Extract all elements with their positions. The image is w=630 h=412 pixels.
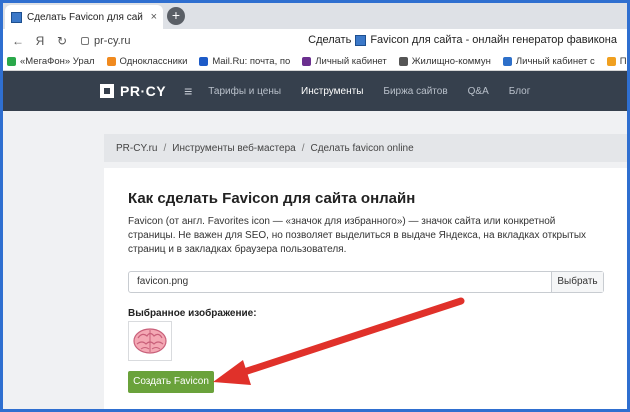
bookmark-item[interactable]: Жилищно-коммун — [398, 56, 491, 67]
page-title-text: Favicon для сайта - онлайн генератор фав… — [370, 34, 617, 46]
bookmark-item[interactable]: Погода в — [606, 56, 627, 67]
breadcrumb-separator: / — [301, 142, 305, 154]
brain-icon — [133, 328, 167, 354]
page-title-prefix: Сделать — [308, 34, 352, 46]
bookmark-item[interactable]: «МегаФон» Урал — [7, 56, 95, 67]
bookmark-icon — [398, 57, 408, 66]
breadcrumb-item[interactable]: PR-CY.ru — [116, 143, 158, 154]
logo-icon — [100, 84, 114, 98]
breadcrumb-item: Сделать favicon online — [310, 142, 414, 154]
selected-image-label: Выбранное изображение: — [128, 308, 257, 319]
close-tab-icon[interactable]: × — [151, 11, 157, 23]
bookmark-item[interactable]: Личный кабинет — [302, 56, 387, 67]
reload-icon[interactable]: ↻ — [51, 34, 73, 48]
nav-item[interactable]: Тарифы и цены — [208, 86, 281, 97]
logo-text: PR·CY — [120, 83, 167, 99]
bookmark-label: Mail.Ru: почта, по — [212, 56, 291, 67]
page-body: PR-CY.ru / Инструменты веб-мастера / Сделать… — [3, 111, 627, 409]
bookmark-label: Погода в — [619, 56, 627, 67]
bookmark-icon — [199, 57, 209, 66]
page-favicon-icon — [355, 34, 367, 46]
back-icon[interactable]: ← — [7, 34, 29, 48]
hamburger-menu-icon[interactable]: ≡ — [184, 83, 192, 99]
bookmark-item[interactable]: Mail.Ru: почта, по — [199, 56, 290, 67]
address-bar: ← Я ↻ pr-cy.ru Сделать Favicon для сайта… — [3, 29, 627, 53]
site-logo[interactable]: PR·CY — [100, 83, 166, 99]
file-input-value: favicon.png — [137, 276, 189, 287]
bookmark-label: Жилищно-коммун — [411, 56, 491, 67]
bookmarks-bar: «МегаФон» Урал Одноклассники Mail.Ru: почт… — [3, 53, 627, 71]
breadcrumb-separator: / — [163, 142, 167, 154]
create-favicon-button[interactable]: Создать Favicon — [128, 371, 214, 393]
bookmark-icon — [106, 57, 116, 66]
bookmark-label: Одноклассники — [119, 56, 188, 67]
yandex-icon[interactable]: Я — [29, 34, 51, 48]
favicon-tool-card: Как сделать Favicon для сайта онлайн Fav… — [104, 168, 627, 409]
site-nav: Тарифы и цены Инструменты Биржа сайтов Q&A Б… — [208, 86, 550, 97]
nav-item[interactable]: Блог — [509, 86, 531, 97]
file-input[interactable]: favicon.png Выбрать — [128, 271, 604, 293]
bookmark-icon — [302, 57, 312, 66]
browse-button[interactable]: Выбрать — [551, 272, 603, 292]
page-title-bar: Сделать Favicon для сайта - онлайн генер… — [308, 34, 617, 46]
bookmark-icon — [606, 57, 616, 66]
bookmark-label: «МегаФон» Урал — [20, 56, 95, 67]
bookmark-item[interactable]: Личный кабинет с — [502, 56, 595, 67]
lock-icon — [81, 37, 89, 45]
bookmark-icon — [502, 57, 512, 66]
bookmark-label: Личный кабинет — [315, 56, 387, 67]
new-tab-icon[interactable]: + — [167, 7, 185, 25]
bookmark-icon — [7, 57, 16, 66]
breadcrumb-item[interactable]: Инструменты веб-мастера — [172, 143, 295, 154]
nav-item[interactable]: Инструменты — [301, 86, 363, 97]
screenshot-frame: Сделать Favicon для сай × + ← Я ↻ pr-cy.… — [0, 0, 630, 412]
browser-tabstrip: Сделать Favicon для сай × + — [3, 3, 627, 29]
site-header: PR·CY ≡ Тарифы и цены Инструменты Биржа са… — [3, 71, 627, 111]
url-text: pr-cy.ru — [94, 35, 131, 47]
page-heading: Как сделать Favicon для сайта онлайн — [128, 190, 416, 207]
browser-tab-active[interactable]: Сделать Favicon для сай × — [5, 5, 163, 29]
nav-item[interactable]: Q&A — [468, 86, 489, 97]
favicon-icon — [11, 11, 22, 23]
tab-title: Сделать Favicon для сай — [27, 11, 143, 23]
tool-description: Favicon (от англ. Favorites icon — «знач… — [128, 216, 587, 255]
url-field[interactable]: pr-cy.ru — [81, 35, 130, 47]
image-preview — [128, 321, 172, 361]
breadcrumb: PR-CY.ru / Инструменты веб-мастера / Сделать… — [104, 134, 627, 162]
bookmark-item[interactable]: Одноклассники — [106, 56, 188, 67]
bookmark-label: Личный кабинет с — [515, 56, 595, 67]
nav-item[interactable]: Биржа сайтов — [383, 86, 447, 97]
